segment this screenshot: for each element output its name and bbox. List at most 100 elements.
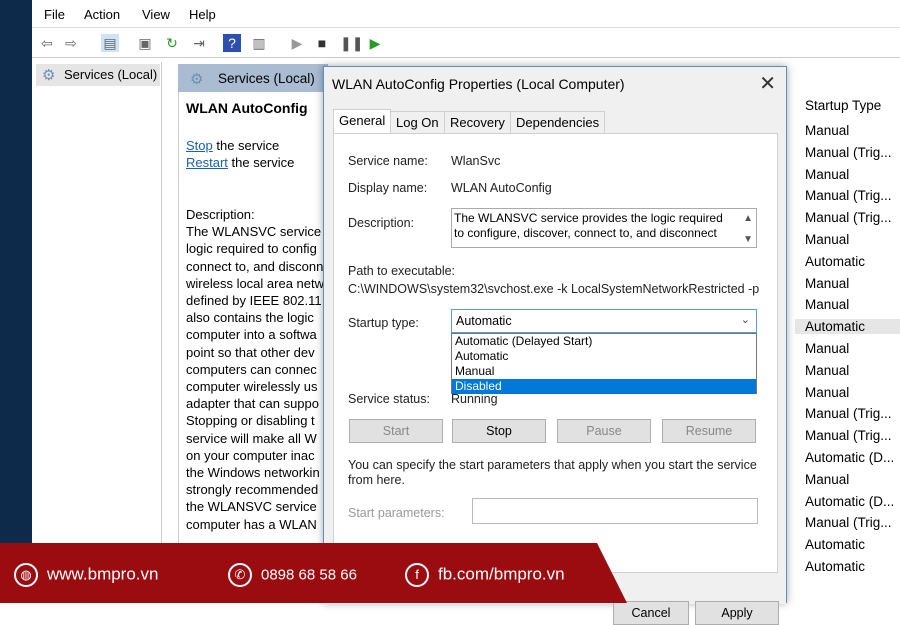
phone-item[interactable]: ✆ 0898 68 58 66 (228, 563, 357, 587)
cancel-button[interactable]: Cancel (613, 601, 689, 625)
menu-file[interactable]: File (44, 7, 65, 22)
startup-type-row[interactable]: Manual (805, 363, 849, 378)
display-name-label: Display name: (348, 181, 428, 195)
tab-general[interactable]: General (333, 109, 392, 134)
startup-type-row[interactable]: Automatic (805, 537, 865, 552)
promo-banner: ◍ www.bmpro.vn ✆ 0898 68 58 66 f fb.com/bmp… (0, 543, 627, 603)
menu-view[interactable]: View (142, 7, 170, 22)
facebook-icon: f (405, 563, 429, 587)
description-box[interactable]: The WLANSVC service provides the logic r… (451, 208, 757, 248)
startup-type-row[interactable]: Manual (Trig... (805, 210, 892, 225)
restart-icon[interactable]: ▶ (366, 34, 384, 52)
chevron-down-icon: ⌄ (740, 314, 750, 326)
pause-icon[interactable]: ❚❚ (340, 34, 363, 52)
description-line: computer wirelessly us (186, 379, 318, 395)
pause-button[interactable]: Pause (557, 419, 651, 443)
tree-item-services[interactable]: ⚙ Services (Local) (36, 64, 160, 86)
facebook-item[interactable]: f fb.com/bmpro.vn (405, 563, 565, 587)
dialog-title: WLAN AutoConfig Properties (Local Comput… (332, 76, 625, 92)
start-params-input[interactable] (472, 498, 758, 524)
startup-type-row[interactable]: Automatic (D... (805, 450, 894, 465)
properties-icon[interactable]: ▣ (136, 34, 154, 52)
tab-recovery[interactable]: Recovery (444, 111, 511, 133)
description-line: also contains the logic (186, 310, 314, 326)
path-value: C:\WINDOWS\system32\svchost.exe -k Local… (348, 282, 760, 296)
startup-type-row[interactable]: Manual (805, 276, 849, 291)
description-line: adapter that can suppo (186, 396, 319, 412)
service-description: Description: The WLANSVC service logic req… (186, 206, 326, 533)
description-line: Stopping or disabling t (186, 413, 315, 429)
refresh-icon[interactable]: ↻ (163, 34, 181, 52)
tab-dependencies[interactable]: Dependencies (510, 111, 606, 133)
startup-type-header[interactable]: Startup Type (805, 98, 881, 113)
startup-option[interactable]: Automatic (452, 349, 756, 364)
stop-button[interactable]: Stop (452, 419, 546, 443)
startup-type-row[interactable]: Manual (805, 341, 849, 356)
back-icon[interactable]: ⇦ (38, 34, 56, 52)
startup-type-row[interactable]: Manual (Trig... (805, 428, 892, 443)
apply-button[interactable]: Apply (695, 601, 779, 625)
restart-link[interactable]: Restart (186, 155, 228, 170)
start-button[interactable]: Start (349, 419, 443, 443)
startup-option[interactable]: Disabled (452, 379, 756, 394)
startup-type-row[interactable]: Manual (805, 297, 849, 312)
startup-type-row[interactable]: Manual (Trig... (805, 145, 892, 160)
startup-type-row[interactable]: Automatic (805, 254, 865, 269)
start-params-label: Start parameters: (348, 506, 445, 520)
export-icon[interactable]: ⇥ (190, 34, 208, 52)
startup-option[interactable]: Manual (452, 364, 756, 379)
description-line: point so that other dev (186, 344, 315, 360)
stop-link[interactable]: Stop (186, 138, 213, 153)
forward-icon[interactable]: ⇨ (62, 34, 80, 52)
description-line: wireless local area netw (186, 275, 325, 291)
console-tree-icon[interactable]: ▤ (101, 34, 119, 52)
console-tree: ⚙ Services (Local) (34, 62, 162, 603)
website-item[interactable]: ◍ www.bmpro.vn (14, 563, 158, 587)
description-line: defined by IEEE 802.11 (186, 293, 322, 309)
startup-type-dropdown[interactable]: Automatic ⌄ (451, 309, 757, 333)
startup-type-row[interactable]: Manual (805, 167, 849, 182)
startup-option[interactable]: Automatic (Delayed Start) (452, 334, 756, 349)
service-title: WLAN AutoConfig (186, 100, 308, 116)
website-text: www.bmpro.vn (47, 564, 159, 584)
startup-type-row[interactable]: Manual (Trig... (805, 406, 892, 421)
description-line: the Windows networkin (186, 465, 320, 481)
general-panel: Service name: WlanSvc Display name: WLAN… (333, 133, 778, 573)
play-icon[interactable]: ▶ (288, 34, 306, 52)
menu-help[interactable]: Help (189, 7, 216, 22)
service-name-value: WlanSvc (451, 154, 501, 168)
startup-type-options: Automatic (Delayed Start) Automatic Manual… (451, 333, 757, 394)
service-status-value: Running (451, 392, 498, 406)
description-line: the WLANSVC service (186, 499, 317, 515)
description-line: computers can connec (186, 361, 317, 377)
description-line: computer has a WLAN (186, 516, 317, 532)
description-label: Description: (348, 216, 414, 230)
phone-text: 0898 68 58 66 (261, 566, 357, 584)
startup-type-row[interactable]: Manual (805, 385, 849, 400)
main-header-title: Services (Local) (218, 71, 315, 86)
startup-type-row[interactable]: Manual (805, 232, 849, 247)
startup-type-row[interactable]: Manual (Trig... (805, 188, 892, 203)
action-pane-icon[interactable]: ▥ (250, 34, 268, 52)
menu-action[interactable]: Action (84, 7, 120, 22)
services-gear-icon: ⚙ (190, 71, 204, 88)
scroll-up-icon[interactable]: ▲ (743, 211, 753, 226)
startup-type-column: Startup Type Manual Manual (Trig... Manual… (795, 92, 900, 603)
startup-type-row[interactable]: Automatic (805, 559, 865, 574)
help-icon[interactable]: ? (223, 34, 241, 52)
description-line: The WLANSVC service (186, 224, 322, 240)
description-line: logic required to config (186, 241, 317, 257)
scroll-down-icon[interactable]: ▼ (743, 232, 753, 247)
startup-type-row[interactable]: Manual (Trig... (805, 515, 892, 530)
resume-button[interactable]: Resume (662, 419, 756, 443)
startup-type-row[interactable]: Automatic (795, 319, 900, 335)
description-line: computer into a softwa (186, 327, 317, 343)
description-line: on your computer inac (186, 447, 315, 463)
startup-type-row[interactable]: Manual (805, 472, 849, 487)
tab-log-on[interactable]: Log On (390, 111, 445, 133)
stop-icon[interactable]: ■ (313, 34, 331, 52)
description-text: The WLANSVC service provides the logic r… (454, 211, 723, 240)
startup-type-row[interactable]: Automatic (D... (805, 494, 894, 509)
close-icon[interactable]: ✕ (759, 71, 776, 96)
startup-type-row[interactable]: Manual (805, 123, 849, 138)
